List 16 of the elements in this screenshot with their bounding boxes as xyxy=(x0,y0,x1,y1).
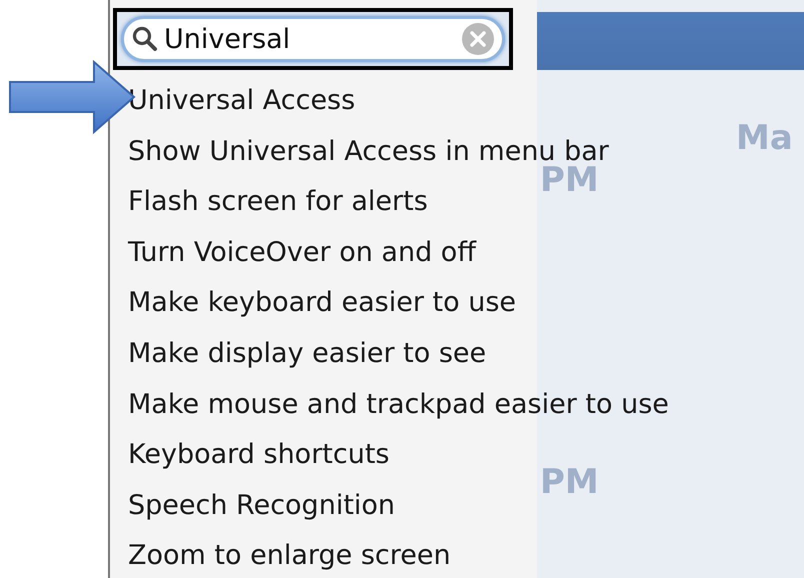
search-input[interactable]: Universal xyxy=(164,24,456,54)
search-result-item[interactable]: Speech Recognition xyxy=(128,480,396,532)
search-result-item[interactable]: Turn VoiceOver on and off xyxy=(128,228,476,278)
search-field[interactable]: Universal xyxy=(121,16,505,62)
clear-icon[interactable] xyxy=(462,23,494,55)
search-result-item[interactable]: Make display easier to see xyxy=(128,328,486,380)
search-result-item[interactable]: Universal Access xyxy=(128,76,356,127)
search-icon xyxy=(132,26,158,52)
search-result-item[interactable]: Flash screen for alerts xyxy=(128,177,428,228)
search-result-item[interactable]: Make mouse and trackpad easier to use xyxy=(128,380,669,430)
search-result-item[interactable]: Make keyboard easier to use xyxy=(128,278,516,329)
search-result-item[interactable]: Keyboard shortcuts xyxy=(128,430,390,481)
background-text: Ma xyxy=(736,118,793,158)
background-text: PM xyxy=(540,462,599,502)
search-result-item[interactable]: Zoom to enlarge screen xyxy=(128,531,451,578)
background-text: PM xyxy=(540,160,599,200)
